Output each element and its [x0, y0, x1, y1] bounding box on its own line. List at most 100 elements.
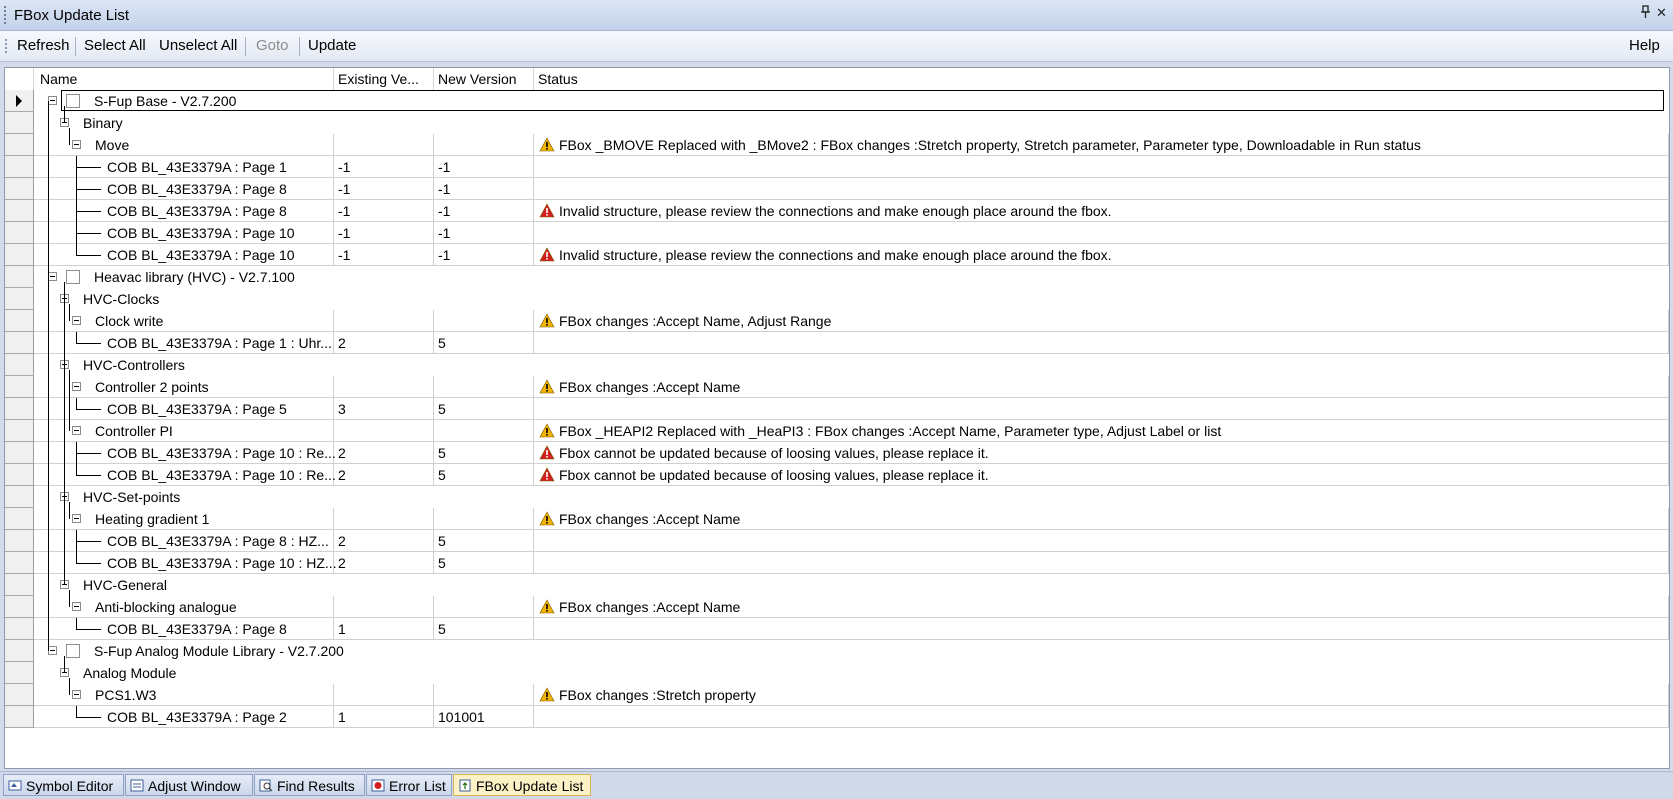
collapse-icon[interactable]: [48, 96, 57, 105]
column-header-status[interactable]: Status: [534, 68, 1669, 90]
collapse-icon[interactable]: [72, 514, 81, 523]
collapse-icon[interactable]: [72, 316, 81, 325]
tree-row[interactable]: Analog Module: [5, 662, 1669, 684]
row-selector[interactable]: [5, 112, 34, 134]
tree-row[interactable]: S-Fup Base - V2.7.200: [5, 90, 1669, 112]
tree-row[interactable]: FBox _BMOVE Replaced with _BMove2 : FBox…: [5, 134, 1669, 156]
row-selector[interactable]: [5, 486, 34, 508]
instance-name: COB BL_43E3379A : Page 10 : Re...: [107, 445, 336, 461]
row-selector[interactable]: [5, 376, 34, 398]
instance-name: COB BL_43E3379A : Page 1 : Uhr...: [107, 335, 332, 351]
row-selector[interactable]: [5, 266, 34, 288]
row-selector[interactable]: [5, 398, 34, 420]
tab-fbox-update-list[interactable]: FBox Update List: [453, 774, 591, 796]
collapse-icon[interactable]: [72, 426, 81, 435]
toolbar-grip[interactable]: [5, 39, 7, 55]
row-selector[interactable]: [5, 684, 34, 706]
row-selector[interactable]: [5, 574, 34, 596]
row-selector[interactable]: [5, 90, 34, 112]
tree-row[interactable]: HVC-General: [5, 574, 1669, 596]
row-selector[interactable]: [5, 310, 34, 332]
tree-row[interactable]: Heavac library (HVC) - V2.7.100: [5, 266, 1669, 288]
tree-row[interactable]: -1 -1 COB BL_43E3379A : Page 1: [5, 156, 1669, 178]
tree-row[interactable]: -1 -1 COB BL_43E3379A : Page 10: [5, 222, 1669, 244]
new-version-cell: [434, 376, 534, 398]
row-selector[interactable]: [5, 420, 34, 442]
library-checkbox[interactable]: [66, 94, 80, 108]
tree-row[interactable]: Binary: [5, 112, 1669, 134]
row-selector[interactable]: [5, 530, 34, 552]
tree-row[interactable]: -1 -1 Invalid structure, please review the…: [5, 200, 1669, 222]
row-selector[interactable]: [5, 442, 34, 464]
collapse-icon[interactable]: [48, 272, 57, 281]
row-selector[interactable]: [5, 156, 34, 178]
tree-row[interactable]: 1 101001 COB BL_43E3379A : Page 2: [5, 706, 1669, 728]
tree-row[interactable]: FBox changes :Accept Name Controller 2 po…: [5, 376, 1669, 398]
panel-grip[interactable]: [4, 6, 6, 24]
column-header-existing-version[interactable]: Existing Ve...: [334, 68, 434, 90]
row-selector[interactable]: [5, 332, 34, 354]
tree-row[interactable]: FBox changes :Accept Name Anti-blocking a…: [5, 596, 1669, 618]
tree-row[interactable]: S-Fup Analog Module Library - V2.7.200: [5, 640, 1669, 662]
column-header-new-version[interactable]: New Version: [434, 68, 534, 90]
close-icon[interactable]: ✕: [1656, 5, 1667, 21]
collapse-icon[interactable]: [72, 690, 81, 699]
column-header-name[interactable]: Name: [36, 68, 334, 90]
row-selector[interactable]: [5, 464, 34, 486]
row-selector[interactable]: [5, 178, 34, 200]
row-selector[interactable]: [5, 244, 34, 266]
tree-row[interactable]: 3 5 COB BL_43E3379A : Page 5: [5, 398, 1669, 420]
collapse-icon[interactable]: [72, 382, 81, 391]
help-button[interactable]: Help: [1629, 37, 1660, 54]
tree-connector: [64, 106, 65, 123]
tree-row[interactable]: 2 5 COB BL_43E3379A : Page 1 : Uhr...: [5, 332, 1669, 354]
toolbar-separator: [245, 37, 246, 56]
select-all-button[interactable]: Select All: [84, 37, 146, 54]
unselect-all-button[interactable]: Unselect All: [159, 37, 237, 54]
row-selector[interactable]: [5, 354, 34, 376]
update-button[interactable]: Update: [308, 37, 356, 54]
goto-button[interactable]: Goto: [256, 37, 289, 54]
tree-row[interactable]: FBox changes :Accept Name Heating gradien…: [5, 508, 1669, 530]
row-selector[interactable]: [5, 662, 34, 684]
tab-find-results[interactable]: Find Results: [254, 774, 365, 796]
refresh-button[interactable]: Refresh: [17, 37, 70, 54]
collapse-icon[interactable]: [72, 602, 81, 611]
tree-row[interactable]: -1 -1 COB BL_43E3379A : Page 8: [5, 178, 1669, 200]
tree-row[interactable]: 2 5 Fbox cannot be updated because of loos…: [5, 442, 1669, 464]
row-selector[interactable]: [5, 200, 34, 222]
collapse-icon[interactable]: [72, 140, 81, 149]
collapse-icon[interactable]: [48, 646, 57, 655]
library-checkbox[interactable]: [66, 270, 80, 284]
row-selector[interactable]: [5, 222, 34, 244]
tab-symbol-editor[interactable]: Symbol Editor: [3, 774, 124, 796]
row-selector[interactable]: [5, 618, 34, 640]
tree-row[interactable]: 2 5 COB BL_43E3379A : Page 8 : HZ...: [5, 530, 1669, 552]
tree-row[interactable]: -1 -1 Invalid structure, please review the…: [5, 244, 1669, 266]
tree-connector: [76, 464, 77, 475]
pin-icon[interactable]: [1641, 5, 1651, 22]
tree-row[interactable]: 1 5 COB BL_43E3379A : Page 8: [5, 618, 1669, 640]
row-selector[interactable]: [5, 288, 34, 310]
status-cell: [534, 706, 1669, 728]
row-selector[interactable]: [5, 640, 34, 662]
existing-version-cell: -1: [334, 178, 434, 200]
tree-row[interactable]: FBox changes :Stretch property PCS1.W3: [5, 684, 1669, 706]
tree-row[interactable]: 2 5 Fbox cannot be updated because of loos…: [5, 464, 1669, 486]
status-cell: Invalid structure, please review the con…: [534, 200, 1669, 222]
tree-row[interactable]: FBox changes :Accept Name, Adjust Range C…: [5, 310, 1669, 332]
row-selector[interactable]: [5, 552, 34, 574]
tree-row[interactable]: FBox _HEAPI2 Replaced with _HeaPI3 : FBo…: [5, 420, 1669, 442]
tree-row[interactable]: HVC-Controllers: [5, 354, 1669, 376]
tree-row[interactable]: HVC-Set-points: [5, 486, 1669, 508]
library-checkbox[interactable]: [66, 644, 80, 658]
tree-row[interactable]: HVC-Clocks: [5, 288, 1669, 310]
row-selector[interactable]: [5, 596, 34, 618]
tab-label: Symbol Editor: [26, 778, 114, 794]
row-selector[interactable]: [5, 508, 34, 530]
tab-error-list[interactable]: Error List: [366, 774, 452, 796]
tree-row[interactable]: 2 5 COB BL_43E3379A : Page 10 : HZ...: [5, 552, 1669, 574]
tab-adjust-window[interactable]: Adjust Window: [125, 774, 253, 796]
row-selector[interactable]: [5, 706, 34, 728]
row-selector[interactable]: [5, 134, 34, 156]
